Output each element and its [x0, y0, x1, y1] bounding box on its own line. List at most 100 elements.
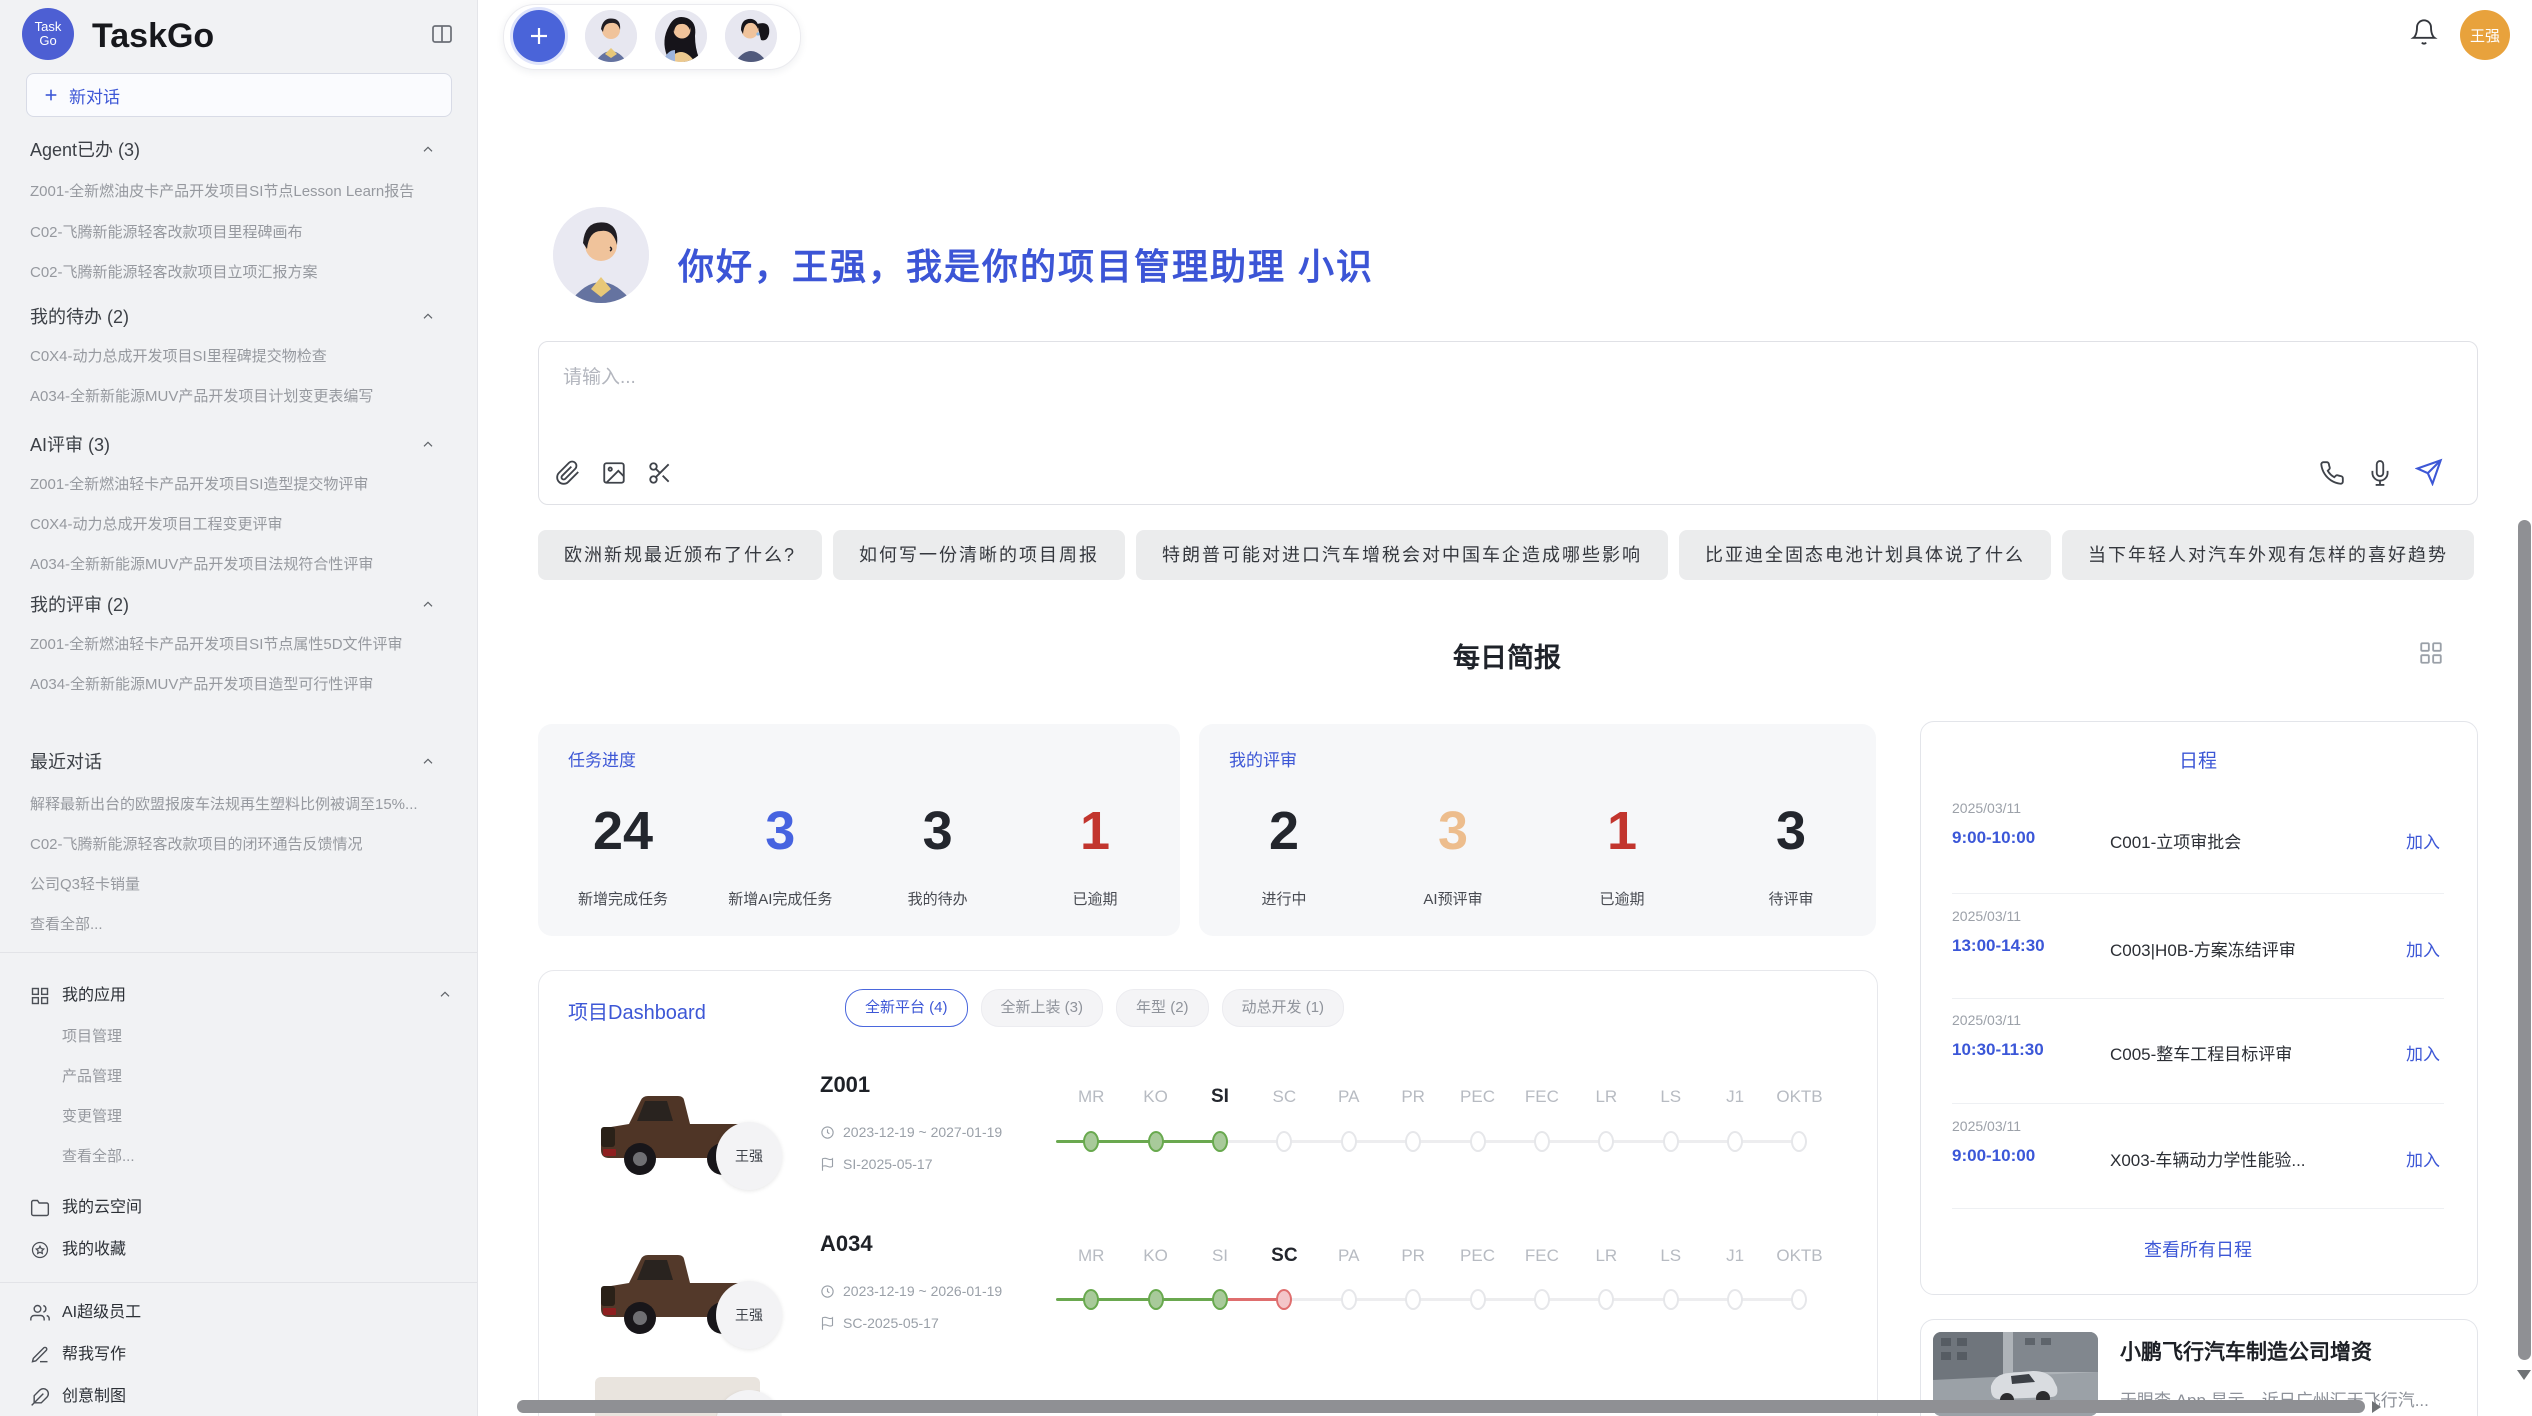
app-window: Task Go TaskGo 新对话 Agent已办 (3) Z001-全新燃油…	[0, 0, 2532, 1416]
join-link[interactable]: 加入	[2406, 828, 2440, 853]
apps-view-all[interactable]: 查看全部...	[62, 1137, 452, 1177]
project-flag: SC-2025-05-17	[820, 1315, 939, 1331]
sidebar-item[interactable]: C0X4-动力总成开发项目工程变更评审	[30, 505, 454, 545]
tab-platform[interactable]: 全新平台 (4)	[845, 989, 968, 1027]
vertical-scrollbar[interactable]	[2518, 520, 2531, 1360]
stat-label: 新增完成任务	[568, 888, 678, 909]
sidebar-item-my-apps[interactable]: 我的应用	[0, 975, 477, 1017]
scissors-icon[interactable]	[647, 460, 673, 486]
app-logo: Task Go	[22, 8, 74, 60]
sidebar-item[interactable]: A034-全新新能源MUV产品开发项目造型可行性评审	[30, 665, 454, 705]
attachment-icon[interactable]	[555, 460, 581, 486]
suggestion-chip[interactable]: 比亚迪全固态电池计划具体说了什么	[1679, 530, 2051, 580]
sidebar-item-ai-employee[interactable]: AI超级员工	[0, 1292, 477, 1334]
schedule-event: 2025/03/11 13:00-14:30 C003|H0B-方案冻结评审 加…	[1920, 908, 2476, 1008]
section-header-my-review[interactable]: 我的评审 (2)	[30, 585, 450, 625]
sidebar-item[interactable]: Z001-全新燃油轻卡产品开发项目SI节点属性5D文件评审	[30, 625, 454, 665]
milestone-labels: MR KO SI SC PA PR PEC FEC LR LS J1 OKTB	[1059, 1085, 1832, 1109]
milestone-label: OKTB	[1767, 1085, 1831, 1109]
sidebar-item-creative-draw[interactable]: 创意制图	[0, 1376, 477, 1416]
section-header-my-todo[interactable]: 我的待办 (2)	[30, 297, 450, 337]
milestone-label: SC	[1252, 1085, 1316, 1109]
recent-item[interactable]: 公司Q3轻卡销量	[30, 865, 454, 905]
owner-name: 王强	[735, 1305, 763, 1325]
sidebar-item[interactable]: A034-全新新能源MUV产品开发项目法规符合性评审	[30, 545, 454, 585]
news-title[interactable]: 小鹏飞行汽车制造公司增资	[2120, 1336, 2450, 1366]
suggestion-chip[interactable]: 如何写一份清晰的项目周报	[833, 530, 1125, 580]
recent-item[interactable]: 解释最新出台的欧盟报废车法规再生塑料比例被调至15%...	[30, 785, 454, 825]
app-item[interactable]: 产品管理	[62, 1057, 452, 1097]
section-header-recent[interactable]: 最近对话	[30, 742, 450, 782]
stat-value: 3	[883, 776, 993, 886]
milestone-label: PR	[1381, 1085, 1445, 1109]
recent-view-all[interactable]: 查看全部...	[30, 905, 454, 945]
send-icon[interactable]	[2415, 458, 2443, 486]
dashboard-tabs: 全新平台 (4) 全新上装 (3) 年型 (2) 动总开发 (1)	[845, 989, 1344, 1027]
scroll-right-arrow[interactable]	[2372, 1401, 2381, 1413]
phone-icon[interactable]	[2319, 460, 2345, 486]
clock-icon	[820, 1125, 835, 1140]
stat-row: 24新增完成任务 3新增AI完成任务 3我的待办 1已逾期	[568, 776, 1150, 936]
tab-upfit[interactable]: 全新上装 (3)	[981, 989, 1104, 1027]
sidebar-item-favorites[interactable]: 我的收藏	[0, 1229, 477, 1271]
suggestion-chip[interactable]: 当下年轻人对汽车外观有怎样的喜好趋势	[2062, 530, 2474, 580]
join-link[interactable]: 加入	[2406, 936, 2440, 961]
milestone-label: FEC	[1510, 1085, 1574, 1109]
layout-grid-icon[interactable]	[2418, 640, 2444, 666]
agent-avatar-2[interactable]	[655, 10, 707, 62]
event-divider	[1952, 1103, 2444, 1104]
sidebar-item[interactable]: C02-飞腾新能源轻客改款项目立项汇报方案	[30, 253, 454, 293]
event-divider	[1952, 893, 2444, 894]
user-avatar[interactable]: 王强	[2460, 10, 2510, 60]
sidebar-item-help-write[interactable]: 帮我写作	[0, 1334, 477, 1376]
new-chat-plus-button[interactable]	[513, 10, 565, 62]
event-name: C005-整车工程目标评审	[2110, 1040, 2292, 1065]
section-header-agent-done[interactable]: Agent已办 (3)	[30, 130, 450, 170]
stat-value: 2	[1229, 776, 1339, 886]
app-item[interactable]: 项目管理	[62, 1017, 452, 1057]
date-range: 2023-12-19 ~ 2026-01-19	[843, 1283, 1002, 1299]
sidebar-divider	[0, 952, 477, 953]
clock-icon	[820, 1284, 835, 1299]
mic-icon[interactable]	[2367, 460, 2393, 486]
feather-icon	[30, 1387, 50, 1407]
tab-model-year[interactable]: 年型 (2)	[1116, 989, 1209, 1027]
sidebar-item-cloud-space[interactable]: 我的云空间	[0, 1187, 477, 1229]
sidebar-item[interactable]: C02-飞腾新能源轻客改款项目里程碑画布	[30, 213, 454, 253]
app-item[interactable]: 变更管理	[62, 1097, 452, 1137]
tab-powertrain[interactable]: 动总开发 (1)	[1222, 989, 1345, 1027]
event-time: 9:00-10:00	[1952, 1146, 2035, 1166]
greeting-text: 你好，王强，我是你的项目管理助理 小识	[678, 238, 1374, 290]
bell-icon[interactable]	[2410, 18, 2438, 46]
scroll-down-arrow[interactable]	[2517, 1370, 2531, 1380]
project-owner-badge: 王强	[716, 1281, 782, 1349]
recent-item[interactable]: C02-飞腾新能源轻客改款项目的闭环通告反馈情况	[30, 825, 454, 865]
agent-avatar-1[interactable]	[585, 10, 637, 62]
image-icon[interactable]	[601, 460, 627, 486]
sidebar-item[interactable]: Z001-全新燃油轻卡产品开发项目SI造型提交物评审	[30, 465, 454, 505]
project-code[interactable]: Z001	[820, 1072, 870, 1098]
section-header-ai-review[interactable]: AI评审 (3)	[30, 425, 450, 465]
view-all-schedule-link[interactable]: 查看所有日程	[1920, 1236, 2476, 1262]
join-link[interactable]: 加入	[2406, 1146, 2440, 1171]
agent-avatar-3[interactable]	[725, 10, 777, 62]
sidebar-item[interactable]: Z001-全新燃油皮卡产品开发项目SI节点Lesson Learn报告	[30, 172, 454, 212]
event-time: 10:30-11:30	[1952, 1040, 2044, 1060]
stat-value: 3	[1736, 776, 1846, 886]
suggestion-chip[interactable]: 欧洲新规最近颁布了什么?	[538, 530, 822, 580]
sidebar-item[interactable]: A034-全新新能源MUV产品开发项目计划变更表编写	[30, 377, 454, 417]
new-chat-label: 新对话	[69, 83, 120, 108]
sidebar: Task Go TaskGo 新对话 Agent已办 (3) Z001-全新燃油…	[0, 0, 478, 1416]
chat-input[interactable]	[561, 360, 2065, 434]
milestone-label: PEC	[1445, 1244, 1509, 1268]
chevron-up-icon	[420, 437, 436, 453]
suggestion-chip[interactable]: 特朗普可能对进口汽车增税会对中国车企造成哪些影响	[1136, 530, 1668, 580]
sidebar-collapse-icon[interactable]	[430, 22, 454, 46]
join-link[interactable]: 加入	[2406, 1040, 2440, 1065]
sidebar-item[interactable]: C0X4-动力总成开发项目SI里程碑提交物检查	[30, 337, 454, 377]
project-code[interactable]: A034	[820, 1231, 873, 1257]
new-chat-button[interactable]: 新对话	[26, 73, 452, 117]
stat-label: AI预评审	[1398, 888, 1508, 909]
milestone-label: J1	[1703, 1085, 1767, 1109]
horizontal-scrollbar[interactable]	[517, 1400, 2365, 1413]
